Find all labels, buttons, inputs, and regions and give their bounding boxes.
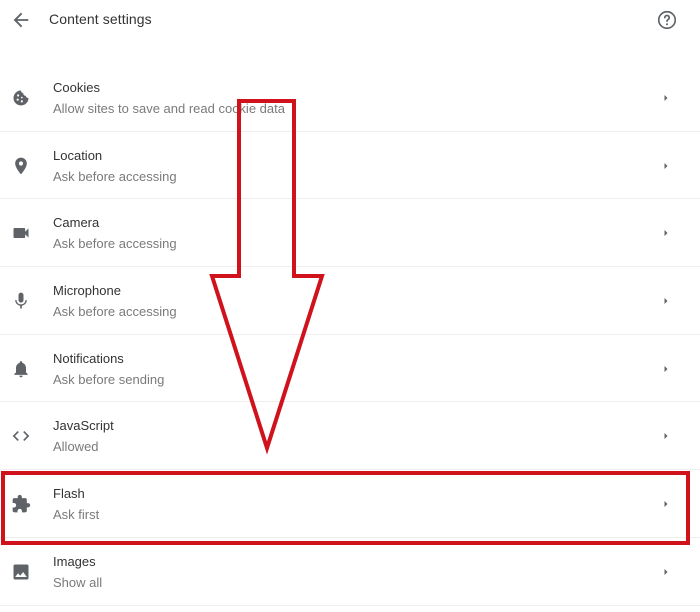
row-title: Images <box>53 553 96 569</box>
row-title: Camera <box>53 215 100 231</box>
row-subtitle: Ask before accessing <box>53 304 177 320</box>
chevron-right-icon <box>660 362 672 374</box>
back-button[interactable] <box>10 9 32 31</box>
chevron-right-icon <box>660 497 672 509</box>
settings-row-javascript[interactable]: JavaScript Allowed <box>0 402 700 471</box>
row-title: Notifications <box>53 350 124 366</box>
row-title: Location <box>53 147 103 163</box>
image-icon <box>11 562 31 582</box>
settings-row-location[interactable]: Location Ask before accessing <box>0 132 700 200</box>
settings-row-camera[interactable]: Camera Ask before accessing <box>0 199 700 268</box>
code-icon <box>11 426 31 446</box>
row-subtitle: Show all <box>53 574 103 590</box>
settings-row-cookies[interactable]: Cookies Allow sites to save and read coo… <box>0 64 700 132</box>
settings-list: Cookies Allow sites to save and read coo… <box>0 64 700 606</box>
settings-row-microphone[interactable]: Microphone Ask before accessing <box>0 267 700 335</box>
row-title: JavaScript <box>53 418 114 434</box>
settings-row-notifications[interactable]: Notifications Ask before sending <box>0 335 700 403</box>
puzzle-icon <box>11 494 31 514</box>
row-subtitle: Ask before accessing <box>53 168 177 184</box>
chevron-right-icon <box>660 159 672 171</box>
row-subtitle: Ask before accessing <box>53 236 177 252</box>
row-title: Flash <box>53 486 85 502</box>
bell-icon <box>11 359 31 379</box>
chevron-right-icon <box>660 91 672 103</box>
settings-row-images[interactable]: Images Show all <box>0 538 700 606</box>
location-pin-icon <box>11 156 31 176</box>
help-icon <box>657 10 677 30</box>
row-title: Cookies <box>53 80 100 95</box>
row-subtitle: Ask before sending <box>53 371 165 387</box>
row-subtitle: Allowed <box>53 439 99 455</box>
page-title: Content settings <box>49 11 152 27</box>
chevron-right-icon <box>660 226 672 238</box>
cookie-icon <box>11 88 31 108</box>
content-settings-page: Content settings Cookies Allow sites to … <box>0 0 700 612</box>
chevron-right-icon <box>660 565 672 577</box>
settings-row-flash[interactable]: Flash Ask first <box>0 470 700 538</box>
microphone-icon <box>11 291 31 311</box>
help-button[interactable] <box>656 9 678 31</box>
camera-icon <box>11 223 31 243</box>
chevron-right-icon <box>660 429 672 441</box>
chevron-right-icon <box>660 294 672 306</box>
row-title: Microphone <box>53 283 121 299</box>
row-subtitle: Ask first <box>53 507 100 523</box>
header: Content settings <box>0 0 700 42</box>
arrow-back-icon <box>13 12 29 28</box>
row-subtitle: Allow sites to save and read cookie data <box>53 101 285 116</box>
